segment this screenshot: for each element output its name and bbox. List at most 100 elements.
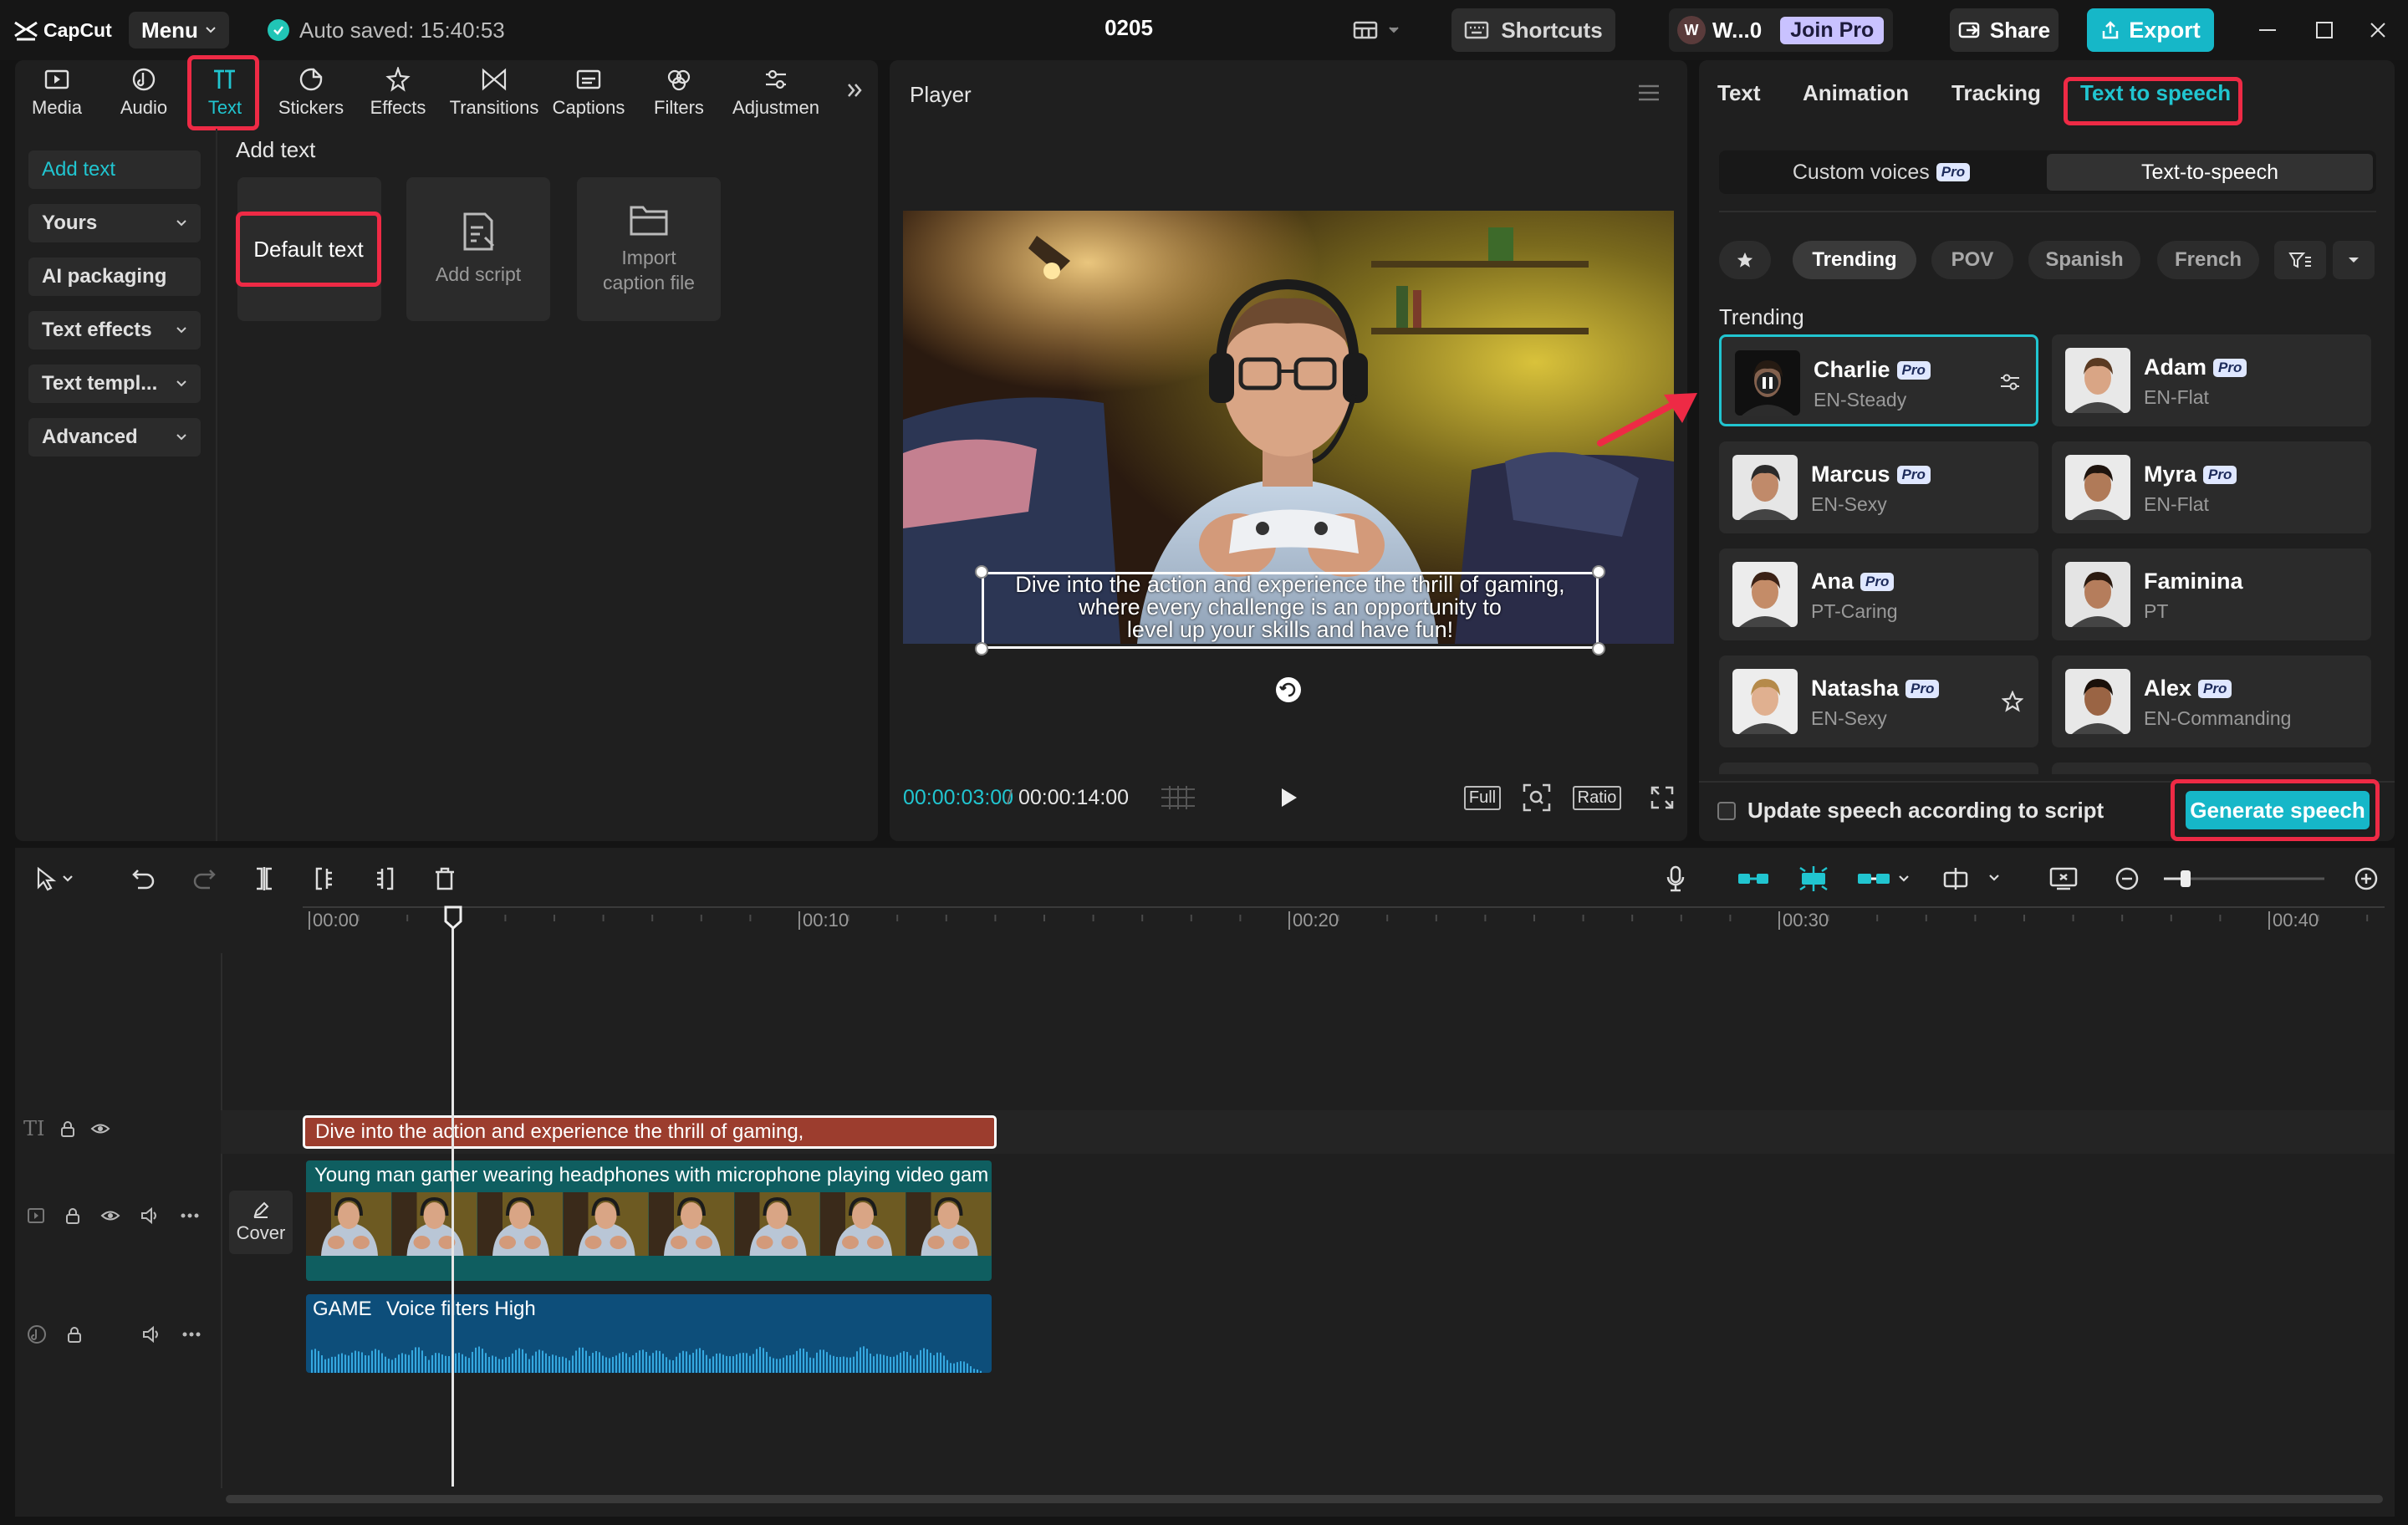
tab-audio[interactable]: Audio bbox=[104, 67, 184, 125]
voice-card-partial[interactable] bbox=[2052, 762, 2371, 774]
delete-right-button[interactable] bbox=[368, 861, 401, 896]
eye-icon[interactable] bbox=[90, 1121, 110, 1136]
tab-media[interactable]: Media bbox=[17, 67, 97, 125]
ratio-button[interactable]: Ratio bbox=[1572, 783, 1622, 813]
custom-voices-tab[interactable]: Custom voices Pro bbox=[1722, 154, 2040, 191]
timeline-preview-button[interactable] bbox=[2045, 861, 2082, 896]
voice-card-natasha[interactable]: Natasha Pro EN-Sexy bbox=[1719, 655, 2038, 747]
delete-button[interactable] bbox=[428, 861, 462, 896]
voice-card-ana[interactable]: Ana Pro PT-Caring bbox=[1719, 548, 2038, 640]
account-button[interactable]: W W...0 Join Pro bbox=[1669, 8, 1893, 52]
cover-button[interactable]: Cover bbox=[229, 1191, 293, 1254]
audio-clip[interactable]: GAME Voice filters High bbox=[306, 1294, 992, 1373]
voice-card-myra[interactable]: Myra Pro EN-Flat bbox=[2052, 441, 2371, 533]
filter-trending[interactable]: Trending bbox=[1793, 241, 1916, 279]
voice-card-faminina[interactable]: Faminina PT bbox=[2052, 548, 2371, 640]
auto-snap-button[interactable] bbox=[1794, 861, 1833, 896]
timeline-scrollbar[interactable] bbox=[226, 1495, 2383, 1503]
lock-icon[interactable] bbox=[67, 1326, 82, 1343]
close-window-button[interactable] bbox=[2361, 15, 2395, 45]
playhead-handle-icon[interactable] bbox=[443, 905, 463, 930]
fullscreen-button[interactable] bbox=[1647, 783, 1677, 813]
undo-button[interactable] bbox=[127, 861, 161, 896]
play-button[interactable] bbox=[1274, 783, 1304, 813]
tab-captions[interactable]: Captions bbox=[548, 67, 629, 125]
filter-spanish[interactable]: Spanish bbox=[2028, 241, 2140, 279]
video-clip[interactable]: Young man gamer wearing headphones with … bbox=[306, 1160, 992, 1281]
tab-effects[interactable]: Effects bbox=[358, 67, 438, 125]
tab-adjustmen[interactable]: Adjustmen bbox=[717, 67, 834, 125]
tab-stickers[interactable]: Stickers bbox=[271, 67, 351, 125]
menu-button[interactable]: Menu bbox=[129, 12, 229, 48]
share-button[interactable]: Share bbox=[1950, 8, 2059, 52]
tab-tracking[interactable]: Tracking bbox=[1951, 80, 2041, 106]
add-script-card[interactable]: Add script bbox=[406, 177, 550, 321]
resize-handle[interactable] bbox=[1592, 642, 1605, 655]
rotate-handle[interactable] bbox=[1274, 676, 1303, 704]
preview-axis-button[interactable] bbox=[1940, 861, 2003, 896]
speaker-icon[interactable] bbox=[140, 1207, 161, 1224]
delete-left-button[interactable] bbox=[308, 861, 341, 896]
resize-handle[interactable] bbox=[975, 642, 988, 655]
speaker-icon[interactable] bbox=[142, 1326, 162, 1343]
voice-card-partial[interactable] bbox=[1719, 762, 2038, 774]
export-button[interactable]: Export bbox=[2087, 8, 2214, 52]
player-menu-button[interactable] bbox=[1637, 84, 1661, 102]
sidebar-item-yours[interactable]: Yours bbox=[28, 204, 201, 242]
more-tools-button[interactable] bbox=[844, 80, 865, 100]
text-clip[interactable]: Dive into the action and experience the … bbox=[303, 1115, 997, 1149]
voice-card-charlie[interactable]: Charlie Pro EN-Steady bbox=[1719, 334, 2038, 426]
favorite-star-icon[interactable] bbox=[2002, 691, 2023, 712]
split-button[interactable] bbox=[247, 861, 281, 896]
update-speech-checkbox[interactable] bbox=[1717, 801, 1736, 820]
project-title[interactable]: 0205 bbox=[1045, 15, 1212, 41]
pause-icon[interactable] bbox=[1735, 350, 1800, 416]
favorites-filter[interactable] bbox=[1719, 241, 1771, 279]
timecode-format-button[interactable] bbox=[1157, 783, 1199, 813]
layout-button[interactable] bbox=[1341, 13, 1411, 47]
voice-settings-icon[interactable] bbox=[1999, 372, 2021, 392]
more-icon[interactable] bbox=[181, 1213, 199, 1218]
linkage-button[interactable] bbox=[1854, 861, 1913, 896]
zoom-out-button[interactable] bbox=[2110, 861, 2144, 896]
import-caption-card[interactable]: Import caption file bbox=[577, 177, 721, 321]
sidebar-item-text-templ[interactable]: Text templ... bbox=[28, 365, 201, 403]
playhead[interactable] bbox=[452, 906, 454, 1487]
full-quality-button[interactable]: Full bbox=[1463, 783, 1502, 813]
join-pro-button[interactable]: Join Pro bbox=[1780, 16, 1885, 44]
voice-card-alex[interactable]: Alex Pro EN-Commanding bbox=[2052, 655, 2371, 747]
video-track-header bbox=[27, 1207, 199, 1224]
record-voiceover-button[interactable] bbox=[1659, 861, 1692, 896]
select-tool-button[interactable] bbox=[25, 861, 84, 896]
sort-filter-button[interactable] bbox=[2274, 241, 2326, 279]
sidebar-item-advanced[interactable]: Advanced bbox=[28, 418, 201, 456]
maximize-button[interactable] bbox=[2308, 15, 2341, 45]
zoom-fit-button[interactable] bbox=[1520, 783, 1553, 813]
sidebar-item-text-effects[interactable]: Text effects bbox=[28, 311, 201, 349]
main-track-magnet-button[interactable] bbox=[1734, 861, 1773, 896]
lock-icon[interactable] bbox=[60, 1120, 75, 1137]
filter-french[interactable]: French bbox=[2157, 241, 2259, 279]
filter-dropdown-button[interactable] bbox=[2333, 241, 2375, 279]
filter-pov[interactable]: POV bbox=[1931, 241, 2013, 279]
voice-card-adam[interactable]: Adam Pro EN-Flat bbox=[2052, 334, 2371, 426]
time-ruler[interactable] bbox=[303, 905, 2393, 935]
tab-filters[interactable]: Filters bbox=[639, 67, 719, 125]
update-speech-option[interactable]: Update speech according to script bbox=[1717, 798, 2104, 824]
zoom-slider[interactable] bbox=[2161, 861, 2328, 896]
voice-card-marcus[interactable]: Marcus Pro EN-Sexy bbox=[1719, 441, 2038, 533]
zoom-in-button[interactable] bbox=[2349, 861, 2383, 896]
eye-icon[interactable] bbox=[100, 1208, 120, 1223]
more-icon[interactable] bbox=[182, 1332, 201, 1337]
sidebar-item-ai-packaging[interactable]: AI packaging bbox=[28, 258, 201, 296]
lock-icon[interactable] bbox=[65, 1207, 80, 1224]
tab-transitions[interactable]: Transitions bbox=[440, 67, 548, 125]
text-to-speech-tab[interactable]: Text-to-speech bbox=[2047, 154, 2373, 191]
tab-animation[interactable]: Animation bbox=[1803, 80, 1909, 106]
default-text-button[interactable]: Default text bbox=[236, 212, 381, 287]
minimize-button[interactable] bbox=[2251, 15, 2284, 45]
tab-text[interactable]: Text bbox=[1717, 80, 1761, 106]
shortcuts-button[interactable]: Shortcuts bbox=[1451, 8, 1615, 52]
sidebar-item-add-text[interactable]: Add text bbox=[28, 150, 201, 189]
redo-button[interactable] bbox=[187, 861, 221, 896]
